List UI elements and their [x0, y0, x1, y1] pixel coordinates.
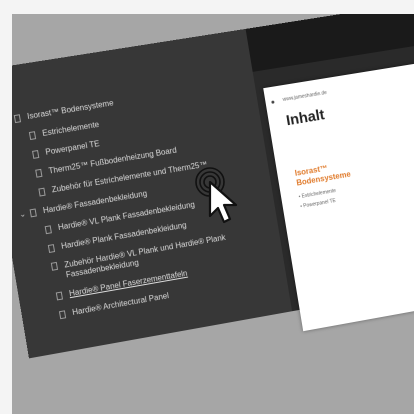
bookmark-label: Estrichelemente	[41, 119, 100, 138]
document-icon	[50, 261, 59, 271]
document-icon	[47, 243, 56, 253]
document-icon	[29, 207, 37, 217]
arrow-pointer-icon	[195, 167, 238, 224]
bookmark-label: Powerpanel TE	[44, 139, 101, 157]
chevron-down-icon[interactable]: ⌄	[18, 209, 26, 219]
bullet-icon	[271, 100, 275, 104]
document-icon	[31, 149, 40, 159]
bookmark-item[interactable]: Estrichelemente	[28, 119, 100, 140]
section-title: Isorast™ Bodensysteme	[294, 163, 352, 188]
page-header-url: www.jameshardie.de	[282, 89, 328, 103]
document-icon	[38, 187, 46, 197]
document-icon	[44, 224, 52, 234]
background-stage: ⌄ Isorast™ Bodensysteme Estrichelemente …	[12, 14, 414, 414]
bookmark-group-isorast[interactable]: ⌄ Isorast™ Bodensysteme	[12, 98, 114, 125]
document-icon	[28, 130, 37, 140]
document-icon	[58, 309, 67, 319]
page-title: Inhalt	[284, 106, 326, 130]
document-icon	[35, 168, 43, 178]
bookmark-item[interactable]: Powerpanel TE	[31, 139, 101, 159]
bookmarks-panel: ⌄ Isorast™ Bodensysteme Estrichelemente …	[12, 28, 293, 359]
list-item: • Powerpanel TE	[299, 197, 337, 210]
document-icon	[13, 113, 21, 123]
document-icon	[55, 291, 63, 300]
bookmark-label: Isorast™ Bodensysteme	[26, 98, 115, 122]
